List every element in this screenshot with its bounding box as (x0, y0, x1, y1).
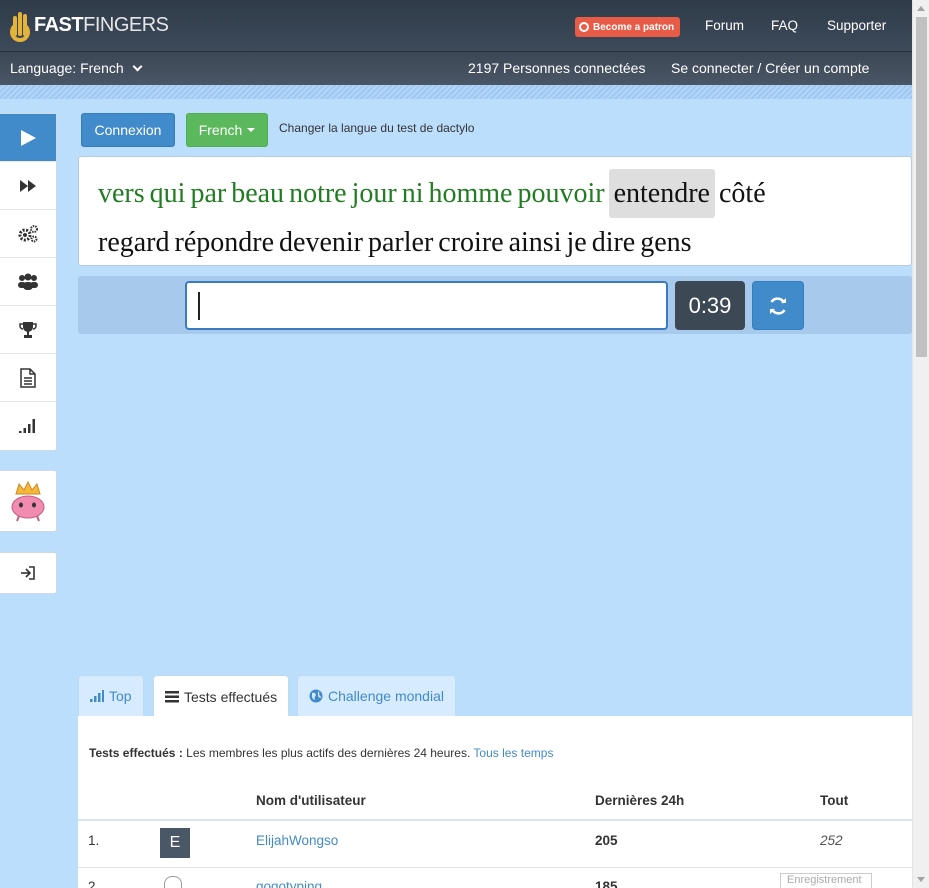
trophy-icon (19, 321, 37, 338)
top-navbar: FASTFINGERS Become a patron Forum FAQ Su… (0, 0, 912, 52)
pending-word: répondre (174, 227, 275, 258)
play-icon (21, 129, 36, 146)
avatar (164, 876, 182, 888)
patreon-icon (579, 22, 589, 32)
pending-word: parler (368, 227, 434, 258)
mascot-box[interactable] (0, 470, 57, 532)
bar-chart-icon (90, 690, 104, 702)
row-last-24h: 205 (595, 833, 618, 848)
logo-text: FASTFINGERS (34, 13, 169, 36)
restart-button[interactable] (752, 281, 804, 330)
word-line-2: regard répondre devenir parler croire ainsi je… (97, 218, 911, 267)
typed-word: jour (351, 178, 397, 209)
login-register-link[interactable]: Se connecter / Créer un compte (671, 60, 869, 76)
crown-brain-icon (11, 480, 45, 522)
forward-icon (20, 179, 36, 192)
page-scrollbar[interactable] (912, 0, 929, 888)
row-rank: 2. (88, 879, 100, 888)
hand-logo-icon (10, 8, 32, 42)
sidebar-item-trophy[interactable] (0, 306, 56, 354)
document-icon (20, 367, 36, 388)
language-dropdown[interactable]: Language: French (10, 60, 143, 76)
refresh-icon (770, 296, 786, 315)
sidebar-login-box[interactable] (0, 552, 57, 594)
globe-icon (309, 689, 323, 703)
col-username: Nom d'utilisateur (256, 793, 366, 808)
decorative-stripe (0, 85, 912, 99)
test-language-button[interactable]: French (186, 113, 268, 147)
typed-word: par (190, 178, 227, 209)
change-language-hint: Changer la langue du test de dactylo (279, 121, 475, 135)
online-count: 2197 Personnes connectées (468, 60, 646, 76)
sidebar-item-users[interactable] (0, 258, 56, 306)
logo[interactable]: FASTFINGERS (10, 6, 169, 44)
pending-word: gens (640, 227, 692, 258)
scroll-thumb[interactable] (916, 17, 927, 357)
nav-faq-link[interactable]: FAQ (771, 18, 798, 33)
countdown-timer: 0:39 (675, 281, 745, 330)
pending-word: dire (591, 227, 636, 258)
leaderboard-description: Tests effectués : Les membres les plus a… (89, 746, 554, 760)
sign-in-icon (21, 566, 35, 580)
pending-word: devenir (279, 227, 363, 258)
stats-icon (19, 419, 35, 433)
typing-input[interactable] (185, 281, 668, 330)
nav-supporter-link[interactable]: Supporter (827, 18, 886, 33)
input-row: 0:39 (78, 276, 912, 334)
typed-word: homme (428, 178, 513, 209)
pending-word: je (566, 227, 587, 258)
sidebar-item-advanced[interactable] (0, 162, 56, 210)
typed-word: pouvoir (517, 178, 605, 209)
typed-word: beau (231, 178, 285, 209)
row-username-link[interactable]: ElijahWongso (256, 833, 338, 848)
typed-word: vers (98, 178, 145, 209)
col-last-24h: Dernières 24h (595, 793, 685, 808)
tooltip: Enregistrement (780, 873, 872, 888)
chevron-down-icon (132, 61, 143, 71)
pending-word: regard (98, 227, 170, 258)
typed-word: notre (289, 178, 347, 209)
typed-word: qui (149, 178, 186, 209)
word-line-1: vers qui par beau notre jour ni homme pouvoir ent… (97, 169, 911, 218)
sidebar-item-settings[interactable] (0, 210, 56, 258)
pending-word: croire (438, 227, 504, 258)
tab-challenge-mondial[interactable]: Challenge mondial (297, 675, 456, 716)
sidebar-item-stats[interactable] (0, 402, 56, 450)
avatar: E (160, 828, 190, 858)
col-total: Tout (820, 793, 849, 808)
scroll-up-icon[interactable] (917, 6, 925, 11)
pending-word: côté (718, 178, 766, 209)
nav-forum-link[interactable]: Forum (705, 18, 744, 33)
leaderboard-panel: Tests effectués : Les membres les plus a… (78, 716, 912, 888)
header-divider (78, 819, 912, 821)
scroll-down-icon[interactable] (917, 877, 925, 882)
users-icon (18, 273, 38, 290)
connexion-button[interactable]: Connexion (81, 113, 175, 147)
pending-word: ainsi (508, 227, 562, 258)
current-word: entendre (608, 169, 715, 218)
row-total: 252 (820, 833, 843, 848)
tab-tests-effectues[interactable]: Tests effectués (153, 675, 290, 717)
sidebar-item-texts[interactable] (0, 354, 56, 402)
all-time-link[interactable]: Tous les temps (473, 746, 553, 760)
word-display: vers qui par beau notre jour ni homme pouvoir ent… (78, 156, 912, 266)
sub-navbar: Language: French 2197 Personnes connecté… (0, 52, 912, 99)
sidebar-item-play[interactable] (0, 114, 56, 162)
row-last-24h: 185 (595, 879, 618, 888)
row-rank: 1. (88, 833, 100, 848)
list-icon (165, 690, 179, 702)
text-cursor (198, 292, 200, 320)
row-username-link[interactable]: gogotyping (256, 879, 322, 888)
tab-top[interactable]: Top (78, 675, 144, 716)
left-sidebar (0, 113, 57, 451)
become-patron-button[interactable]: Become a patron (575, 17, 681, 37)
caret-down-icon (247, 128, 256, 132)
settings-icon (18, 224, 38, 242)
row-divider (78, 867, 912, 868)
typed-word: ni (401, 178, 424, 209)
